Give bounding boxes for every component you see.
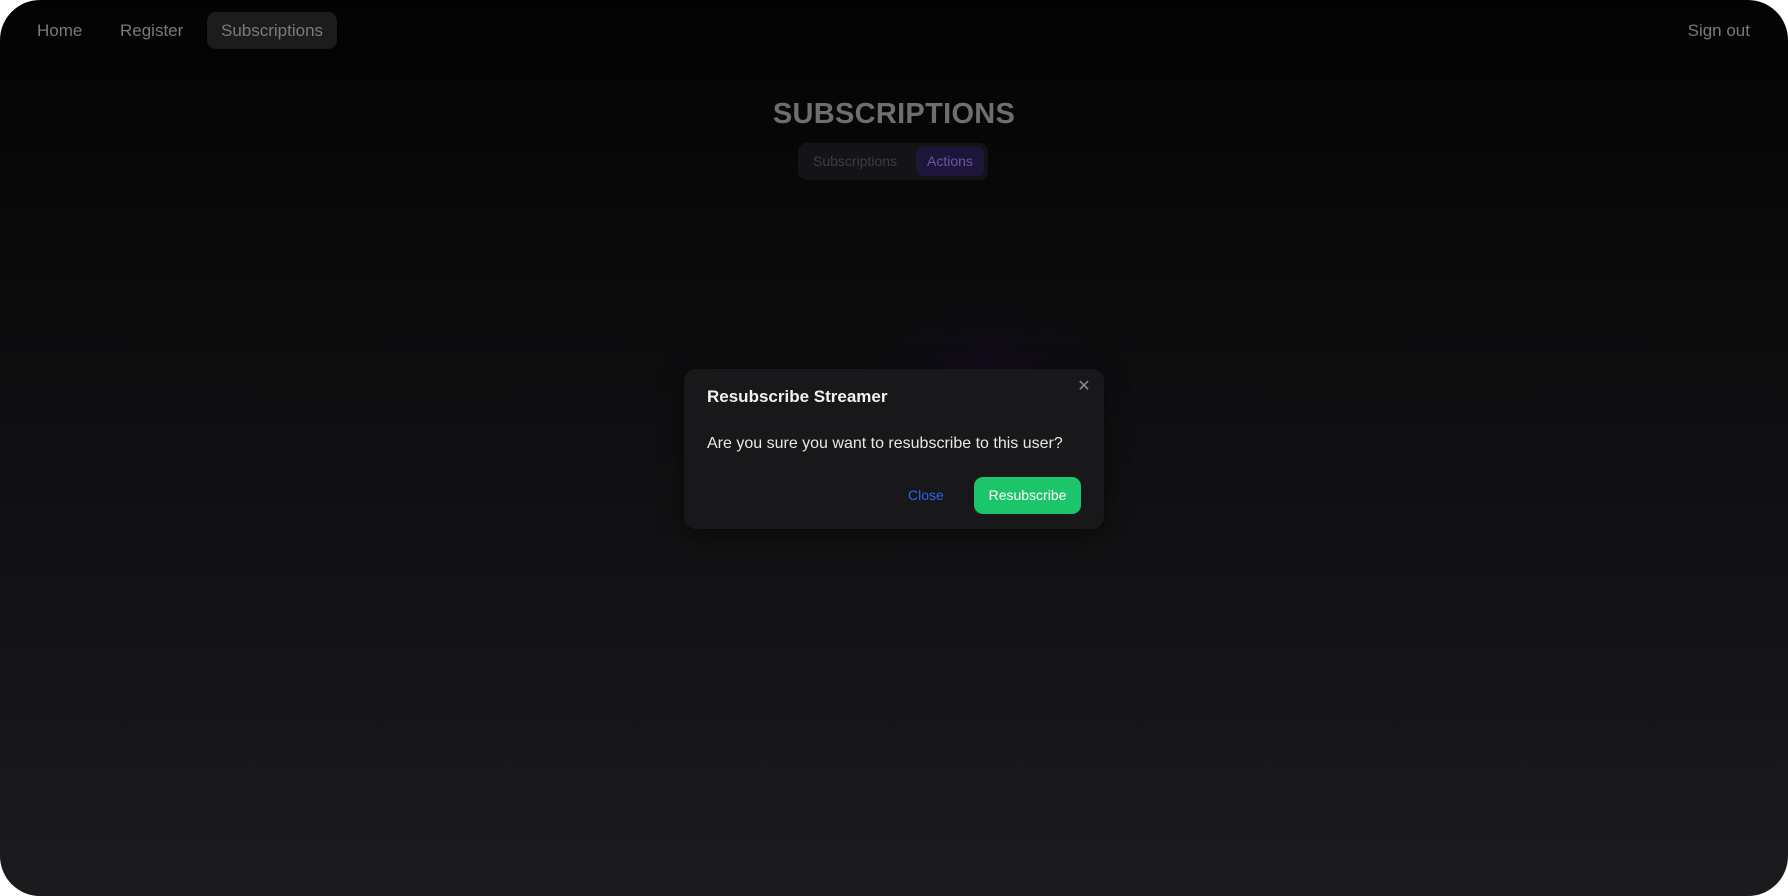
resubscribe-modal: Resubscribe Streamer ✕ Are you sure you … xyxy=(684,369,1104,529)
modal-message: Are you sure you want to resubscribe to … xyxy=(707,435,1063,452)
tab-subscriptions[interactable]: Subscriptions xyxy=(802,147,908,176)
close-button[interactable]: Close xyxy=(896,477,956,514)
tab-actions[interactable]: Actions xyxy=(916,147,984,176)
top-nav: Home Register Subscriptions Sign out xyxy=(0,0,1788,62)
app-window: Home Register Subscriptions Sign out SUB… xyxy=(0,0,1788,896)
page-title: SUBSCRIPTIONS xyxy=(772,98,1016,130)
nav-home-link[interactable]: Home xyxy=(23,12,96,49)
resubscribe-button[interactable]: Resubscribe xyxy=(974,477,1081,514)
close-icon[interactable]: ✕ xyxy=(1074,377,1094,397)
nav-register-link[interactable]: Register xyxy=(106,12,197,49)
nav-subscriptions-link[interactable]: Subscriptions xyxy=(207,12,338,49)
tab-bar: Subscriptions Actions xyxy=(798,143,988,180)
modal-title: Resubscribe Streamer xyxy=(707,387,888,406)
sign-out-link[interactable]: Sign out xyxy=(1674,12,1764,49)
